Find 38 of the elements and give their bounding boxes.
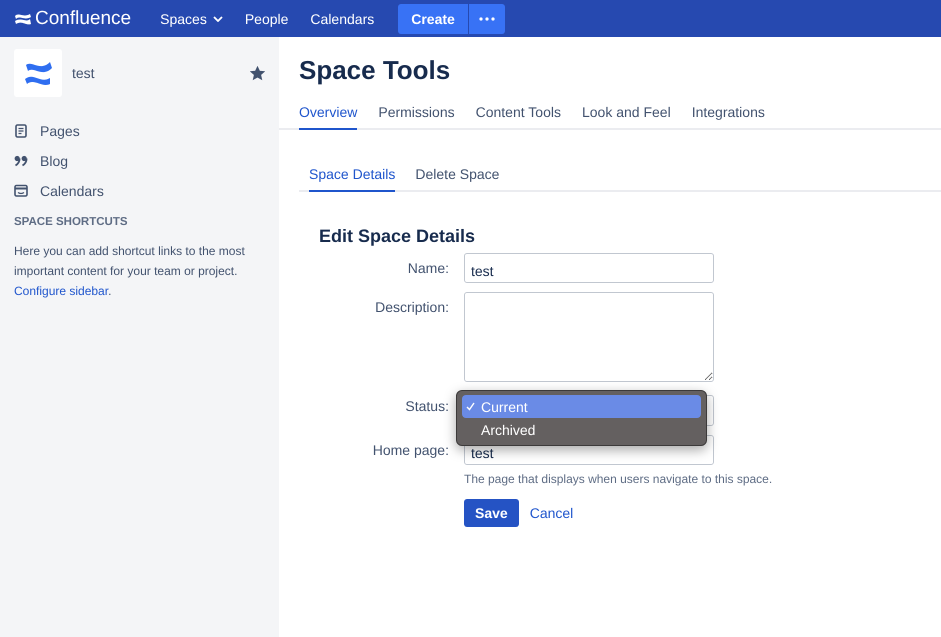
field-label: Description:	[374, 298, 449, 317]
sidebar-item[interactable]: Calendars	[14, 181, 265, 200]
field-label: Status:	[404, 397, 449, 416]
page-icon	[14, 124, 28, 138]
tab[interactable]: Permissions	[378, 104, 455, 130]
more-button[interactable]	[468, 4, 505, 34]
page-title: Space Tools	[299, 55, 452, 86]
sidebar-item[interactable]: Pages	[14, 121, 265, 140]
tab[interactable]: Integrations	[692, 104, 765, 130]
tab[interactable]: Content Tools	[476, 104, 561, 130]
sidebar-item[interactable]: Blog	[14, 151, 265, 170]
create-button[interactable]: Create	[398, 4, 468, 34]
calendar-icon	[14, 184, 28, 197]
tab[interactable]: Look and Feel	[582, 104, 671, 130]
star-icon[interactable]	[250, 66, 265, 80]
quote-icon	[14, 154, 28, 166]
space-name[interactable]: test	[72, 65, 240, 81]
shortcuts-description: Here you can add shortcut links to the most important content for your team or project. Configure sidebar.	[14, 243, 246, 300]
input-field[interactable]: test	[464, 253, 714, 283]
cancel-link[interactable]: Cancel	[530, 505, 574, 521]
field-label: Name:	[406, 259, 449, 278]
more-icon	[478, 16, 495, 20]
nav-link[interactable]: People	[234, 4, 300, 34]
tab[interactable]: Overview	[299, 104, 358, 130]
caret-icon	[212, 16, 223, 22]
space-avatar[interactable]	[14, 49, 62, 97]
nav-link[interactable]: Spaces	[149, 4, 234, 34]
tab[interactable]: Space Details	[309, 166, 396, 192]
section-heading: SPACE SHORTCUTS	[14, 216, 129, 228]
check-icon	[466, 402, 475, 411]
help-text: The page that displays when users navigate to this space.	[464, 471, 772, 487]
nav-link[interactable]: Calendars	[299, 4, 386, 34]
configure-sidebar-link[interactable]: Configure sidebar	[14, 284, 108, 298]
field-label: Home page:	[372, 441, 449, 460]
tab[interactable]: Delete Space	[415, 166, 500, 192]
save-button[interactable]: Save	[464, 499, 519, 527]
product-name[interactable]: Confluence	[35, 8, 132, 30]
form-title: Edit Space Details	[319, 226, 476, 247]
